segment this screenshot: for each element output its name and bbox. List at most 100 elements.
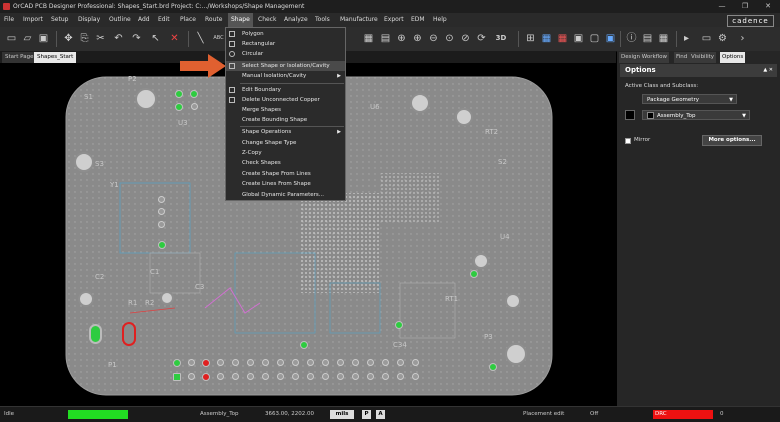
tab-start-page[interactable]: Start Page — [2, 52, 37, 63]
delete-icon[interactable]: ✕ — [168, 32, 181, 45]
pad — [397, 359, 404, 366]
menu-item-merge-shapes[interactable]: Merge Shapes — [226, 105, 345, 115]
board-icon[interactable]: ▣ — [604, 32, 617, 45]
tab-find[interactable]: Find — [674, 52, 690, 63]
report-icon[interactable]: ▦ — [657, 32, 670, 45]
menu-item-select-shape[interactable]: Select Shape or Isolation/Cavity — [226, 61, 345, 71]
placement-icon[interactable]: ▦ — [540, 32, 553, 45]
copy-icon[interactable]: ⎘ — [78, 32, 91, 45]
text-icon[interactable]: ABC — [212, 32, 225, 45]
pad — [300, 341, 308, 349]
minimize-button[interactable]: — — [712, 0, 732, 13]
pad — [382, 373, 389, 380]
close-button[interactable]: ✕ — [758, 0, 778, 13]
cut-icon[interactable]: ✂ — [94, 32, 107, 45]
pad — [277, 373, 284, 380]
menu-item-create-bounding[interactable]: Create Bounding Shape — [226, 115, 345, 125]
maximize-button[interactable]: ❐ — [735, 0, 755, 13]
tab-visibility[interactable]: Visibility — [689, 52, 717, 63]
menu-item-circular[interactable]: Circular — [226, 49, 345, 59]
pad — [262, 359, 269, 366]
menu-item-shape-operations[interactable]: Shape Operations ▶ — [226, 127, 345, 137]
menu-item-edit-boundary[interactable]: Edit Boundary — [226, 85, 345, 95]
silkscreen-label: C2 — [95, 273, 105, 281]
menu-edm[interactable]: EDM — [411, 13, 425, 27]
oval-pad-green — [89, 324, 102, 344]
save-icon[interactable]: ▣ — [37, 32, 50, 45]
3d-view-icon[interactable]: 3D — [491, 32, 511, 45]
grid-icon[interactable]: ▦ — [362, 32, 375, 45]
menu-outline[interactable]: Outline — [109, 13, 131, 27]
zoom-in-icon[interactable]: ⊕ — [411, 32, 424, 45]
list-icon[interactable]: ▤ — [641, 32, 654, 45]
menu-item-shape-from-lines[interactable]: Create Shape From Lines — [226, 169, 345, 179]
menu-item-rectangular[interactable]: Rectangular — [226, 39, 345, 49]
move-icon[interactable]: ✥ — [62, 32, 75, 45]
undo-icon[interactable]: ↶ — [112, 32, 125, 45]
display-icon[interactable]: ▢ — [588, 32, 601, 45]
color-icon[interactable]: ▦ — [556, 32, 569, 45]
pad — [382, 359, 389, 366]
zoom-fit-icon[interactable]: ⊕ — [395, 32, 408, 45]
subclass-color-swatch[interactable] — [625, 110, 635, 120]
zoom-out-icon[interactable]: ⊖ — [427, 32, 440, 45]
menu-separator — [240, 83, 344, 84]
menu-place[interactable]: Place — [180, 13, 196, 27]
menu-item-z-copy[interactable]: Z-Copy — [226, 148, 345, 158]
menu-display[interactable]: Display — [78, 13, 100, 27]
refresh-icon[interactable]: ⟳ — [475, 32, 488, 45]
tab-options[interactable]: Options — [720, 52, 746, 63]
shadow-icon[interactable]: ▣ — [572, 32, 585, 45]
class-dropdown[interactable]: Package Geometry ▼ — [642, 94, 737, 104]
select-icon[interactable]: ↖ — [149, 32, 162, 45]
dimension-icon[interactable]: ⊞ — [524, 32, 537, 45]
tab-design-workflow[interactable]: Design Workflow — [619, 52, 669, 63]
menu-item-check-shapes[interactable]: Check Shapes — [226, 158, 345, 168]
zoom-world-icon[interactable]: ⊙ — [443, 32, 456, 45]
menu-item-lines-from-shape[interactable]: Create Lines From Shape — [226, 179, 345, 189]
menu-setup[interactable]: Setup — [51, 13, 68, 27]
play-icon[interactable]: ▸ — [680, 32, 693, 45]
mounting-hole — [135, 88, 157, 110]
menu-shape[interactable]: Shape — [228, 13, 253, 27]
new-file-icon[interactable]: ▭ — [5, 32, 18, 45]
add-line-icon[interactable]: ╲ — [194, 32, 207, 45]
menu-item-manual-isolation[interactable]: Manual Isolation/Cavity ▶ — [226, 71, 345, 81]
menu-file[interactable]: File — [4, 13, 14, 27]
status-indicator-green — [68, 410, 128, 419]
menu-item-delete-unconnected[interactable]: Delete Unconnected Copper — [226, 95, 345, 105]
menu-help[interactable]: Help — [433, 13, 447, 27]
menu-item-change-shape-type[interactable]: Change Shape Type — [226, 138, 345, 148]
more-options-button[interactable]: More options... — [702, 135, 762, 146]
expand-icon[interactable]: › — [736, 32, 749, 45]
p-button[interactable]: P — [362, 410, 371, 419]
open-folder-icon[interactable]: ▱ — [21, 32, 34, 45]
zoom-previous-icon[interactable]: ⊘ — [459, 32, 472, 45]
menu-bar: File Import Setup Display Outline Add Ed… — [0, 13, 780, 27]
menu-add[interactable]: Add — [138, 13, 150, 27]
units-button[interactable]: mils — [330, 410, 354, 419]
settings-icon[interactable]: ⚙ — [716, 32, 729, 45]
silkscreen-label: C34 — [393, 341, 407, 349]
menu-manufacture[interactable]: Manufacture — [340, 13, 378, 27]
subclass-dropdown[interactable]: Assembly_Top ▼ — [642, 110, 750, 120]
menu-export[interactable]: Export — [384, 13, 404, 27]
menu-tools[interactable]: Tools — [315, 13, 330, 27]
menu-check[interactable]: Check — [258, 13, 276, 27]
mirror-checkbox[interactable] — [625, 138, 631, 144]
menu-route[interactable]: Route — [205, 13, 222, 27]
mounting-hole — [455, 108, 473, 126]
a-button[interactable]: A — [376, 410, 385, 419]
redo-icon[interactable]: ↷ — [130, 32, 143, 45]
tab-shapes-start[interactable]: Shapes_Start — [34, 52, 77, 63]
menu-analyze[interactable]: Analyze — [284, 13, 308, 27]
layers-icon[interactable]: ▤ — [379, 32, 392, 45]
script-icon[interactable]: ▭ — [700, 32, 713, 45]
pad — [232, 359, 239, 366]
menu-item-global-dynamic[interactable]: Global Dynamic Parameters... — [226, 190, 345, 200]
menu-edit[interactable]: Edit — [158, 13, 170, 27]
panel-controls-icon[interactable]: ▲ ✕ — [763, 64, 773, 77]
menu-import[interactable]: Import — [23, 13, 43, 27]
menu-item-polygon[interactable]: Polygon — [226, 29, 345, 39]
info-icon[interactable]: ⓘ — [625, 32, 638, 45]
